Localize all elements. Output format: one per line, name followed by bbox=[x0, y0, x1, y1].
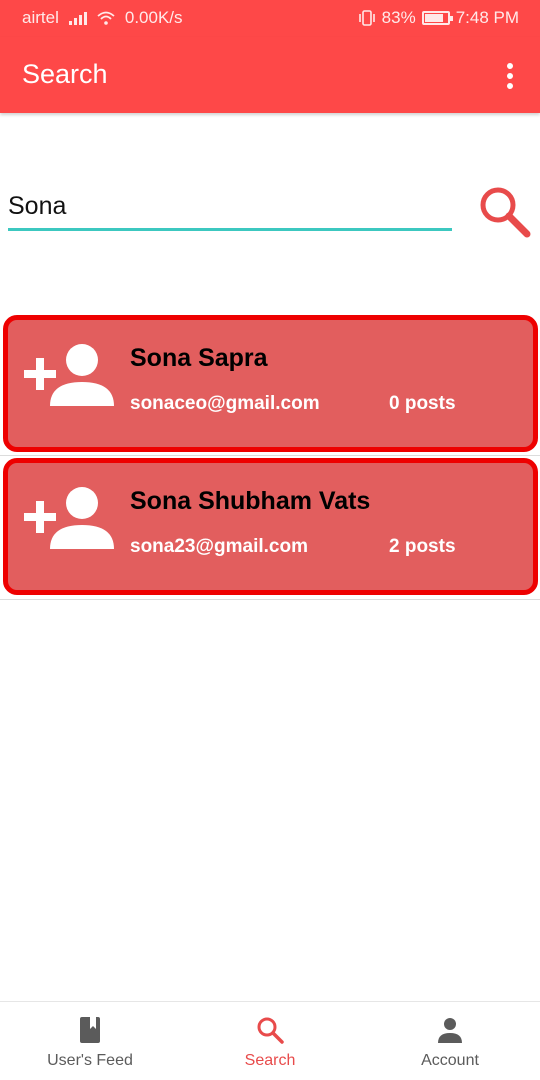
result-email: sona23@gmail.com bbox=[130, 536, 308, 557]
bottom-navigation: User's Feed Search Account bbox=[0, 1001, 540, 1080]
signal-icon bbox=[68, 11, 87, 25]
nav-item-users-feed[interactable]: User's Feed bbox=[0, 1002, 180, 1080]
vibrate-icon bbox=[358, 10, 375, 26]
battery-icon bbox=[421, 11, 453, 25]
net-speed-label: 0.00K/s bbox=[124, 8, 183, 27]
result-card[interactable]: Sona Sapra sonaceo@gmail.com 0 posts bbox=[3, 315, 538, 452]
result-name: Sona Shubham Vats bbox=[130, 487, 371, 515]
battery-percent-label: 83% bbox=[381, 8, 416, 27]
nav-label-users-feed: User's Feed bbox=[47, 1052, 133, 1069]
divider bbox=[0, 455, 540, 456]
person-icon bbox=[438, 1018, 462, 1043]
nav-item-search[interactable]: Search bbox=[180, 1002, 360, 1080]
status-bar: airtel 0.00K/s 83% 7:48 PM bbox=[0, 0, 540, 37]
page-title: Search bbox=[22, 59, 108, 89]
status-right: 83% 7:48 PM bbox=[358, 8, 519, 28]
more-vert-icon[interactable] bbox=[500, 61, 520, 91]
nav-label-search: Search bbox=[244, 1052, 296, 1069]
divider bbox=[0, 599, 540, 600]
result-card[interactable]: Sona Shubham Vats sona23@gmail.com 2 pos… bbox=[3, 458, 538, 595]
result-name: Sona Sapra bbox=[130, 344, 268, 372]
nav-item-account[interactable]: Account bbox=[360, 1002, 540, 1080]
result-email: sonaceo@gmail.com bbox=[130, 393, 320, 414]
wifi-icon bbox=[97, 11, 115, 25]
clock-label: 7:48 PM bbox=[455, 8, 519, 27]
nav-label-account: Account bbox=[421, 1052, 479, 1069]
carrier-label: airtel bbox=[22, 8, 59, 27]
add-user-icon[interactable] bbox=[22, 342, 114, 412]
search-icon bbox=[257, 1017, 284, 1044]
search-icon bbox=[480, 187, 531, 238]
search-button[interactable] bbox=[476, 183, 532, 239]
search-input[interactable] bbox=[8, 189, 452, 231]
result-posts-count: 2 posts bbox=[389, 536, 456, 557]
add-user-icon[interactable] bbox=[22, 485, 114, 555]
book-icon bbox=[80, 1017, 100, 1043]
result-posts-count: 0 posts bbox=[389, 393, 456, 414]
app-bar: Search bbox=[0, 37, 540, 113]
status-left: airtel 0.00K/s bbox=[22, 8, 183, 28]
